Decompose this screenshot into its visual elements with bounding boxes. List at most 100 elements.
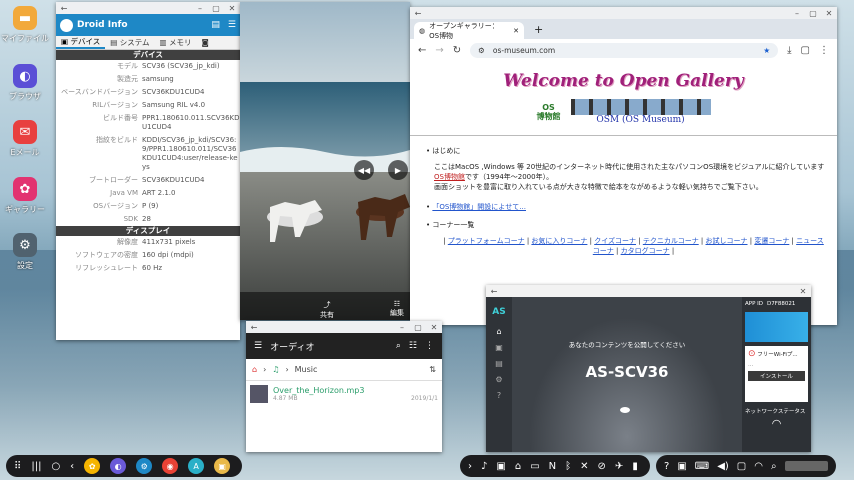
info-row: 解像度 411x731 pixels	[117, 238, 196, 246]
settings-icon[interactable]: ⚙	[486, 375, 512, 384]
desktop-app-icon: ▬	[13, 6, 37, 30]
corner-link[interactable]: クイズコーナ	[594, 237, 636, 245]
bookmark-star-icon[interactable]: ★	[763, 46, 770, 55]
fullscreen-icon[interactable]: ▢	[737, 461, 746, 472]
tab-camera[interactable]: ◙	[197, 38, 214, 47]
device-section-header: デバイス	[56, 50, 240, 60]
as-app-icon[interactable]: A	[188, 458, 205, 474]
cast-icon: ▭	[530, 460, 540, 472]
search-icon[interactable]: ⌕	[396, 341, 401, 351]
address-bar[interactable]: ⚙ os-museum.com ★	[470, 42, 779, 58]
desktop-icon-2[interactable]: ✉ Eメール	[0, 120, 50, 158]
back-icon[interactable]: ←	[246, 323, 262, 332]
tab-close-icon[interactable]: ✕	[513, 27, 519, 35]
corner-link[interactable]: お試しコーナ	[706, 237, 748, 245]
droid-info-app-icon[interactable]: ⚙	[136, 458, 153, 474]
volume-icon[interactable]: ◀)	[717, 461, 729, 472]
corner-link[interactable]: カタログコーナ	[621, 247, 670, 255]
app-title: Droid Info	[77, 20, 128, 30]
rewind-button[interactable]: ◀◀	[354, 160, 374, 180]
desktop-icon-4[interactable]: ⚙ 設定	[0, 233, 50, 271]
home-icon[interactable]: ⌂	[252, 365, 257, 374]
video-frame-horses	[240, 2, 410, 320]
back-icon[interactable]: ←	[486, 287, 502, 296]
back-icon[interactable]: ←	[56, 4, 72, 13]
report-icon[interactable]: ▤	[211, 20, 220, 30]
tab-system[interactable]: ▤ システム	[105, 37, 154, 48]
info-row: Java VM ART 2.1.0	[110, 189, 176, 197]
filter-icon[interactable]: ☷	[409, 341, 417, 351]
breadcrumb-music[interactable]: Music	[295, 365, 318, 374]
back-button[interactable]: ←	[418, 45, 426, 56]
as-logo: AS	[492, 307, 506, 317]
gallery-icon: ▣	[496, 460, 506, 472]
recents-button[interactable]: |||	[31, 461, 41, 472]
app-drawer-icon[interactable]: ⠿	[14, 461, 21, 472]
share-button[interactable]: ⤴ 共有	[320, 300, 334, 320]
menu-icon[interactable]: ☰	[254, 341, 262, 351]
keyboard-icon[interactable]: ⌨	[695, 461, 709, 472]
opening-message-link[interactable]: 「OS博物館」開設によせて...	[432, 203, 526, 211]
corner-link[interactable]: お気に入りコーナ	[531, 237, 587, 245]
chrome-window: ← – ▢ ✕ ◍ オープンギャラリー：OS博物 ✕ + ← → ↻ ⚙ os-museum.co…	[410, 7, 837, 325]
close-icon[interactable]: ✕	[426, 323, 442, 332]
tabs-count-icon[interactable]: ▢	[801, 45, 810, 56]
search-icon[interactable]: ⌕	[771, 461, 777, 472]
maximize-icon[interactable]: ▢	[208, 4, 224, 13]
desktop-icon-0[interactable]: ▬ マイファイル	[0, 6, 50, 44]
wifi-icon[interactable]: ◠	[754, 461, 763, 472]
home-button[interactable]: ○	[51, 461, 60, 472]
back-icon[interactable]: ←	[410, 9, 426, 18]
site-info-icon[interactable]: ⚙	[478, 46, 485, 55]
minimize-icon[interactable]: –	[394, 323, 410, 332]
corner-link[interactable]: プラットフォームコーナ	[448, 237, 525, 245]
photos-app-icon[interactable]: ✿	[84, 458, 101, 474]
more-icon[interactable]: ⋮	[425, 341, 434, 351]
browser-tab[interactable]: ◍ オープンギャラリー：OS博物 ✕	[414, 22, 524, 40]
desktop-icon-1[interactable]: ◐ ブラウザ	[0, 64, 50, 102]
edit-button[interactable]: ☷ 編集	[390, 300, 404, 318]
maximize-icon[interactable]: ▢	[805, 9, 821, 18]
maximize-icon[interactable]: ▢	[410, 323, 426, 332]
help-icon[interactable]: ?	[664, 461, 669, 472]
minimize-icon[interactable]: –	[789, 9, 805, 18]
display-section-header: ディスプレイ	[56, 226, 240, 236]
tab-memory[interactable]: ▥ メモリ	[155, 37, 197, 48]
browser-app-icon[interactable]: ◐	[110, 458, 127, 474]
desktop-icon-3[interactable]: ✿ ギャラリー	[0, 177, 50, 215]
close-icon[interactable]: ✕	[795, 287, 811, 296]
new-tab-button[interactable]: +	[534, 23, 543, 36]
desktop-app-icon: ✉	[13, 120, 37, 144]
wifi-icon: ◠	[771, 417, 782, 430]
home-icon[interactable]: ⌂	[486, 327, 512, 336]
gallery-icon[interactable]: ▣	[486, 343, 512, 352]
gallery-app-icon[interactable]: ▣	[214, 458, 231, 474]
download-icon[interactable]: ⤓	[787, 45, 791, 56]
sort-icon[interactable]: ⇅	[429, 365, 436, 374]
lock-icon[interactable]: ▤	[486, 359, 512, 368]
settings-sliders-icon[interactable]: ☰	[228, 20, 236, 30]
screenshot-icon[interactable]: ▣	[677, 461, 686, 472]
help-icon[interactable]: ?	[486, 391, 512, 400]
back-button[interactable]: ‹	[70, 461, 74, 472]
menu-icon[interactable]: ⋮	[819, 45, 829, 56]
corner-link[interactable]: テクニカルコーナ	[643, 237, 699, 245]
minimize-icon[interactable]: –	[192, 4, 208, 13]
reload-button[interactable]: ↻	[453, 45, 461, 56]
list-item[interactable]: Over_the_Horizon.mp3 4.87 MB 2019/1/1	[246, 381, 442, 407]
device-name: AS-SCV36	[585, 363, 669, 381]
info-row: 指紋をビルド KDDI/SCV36_jp_kdi/SCV36:9/PPR1.180…	[96, 136, 238, 171]
install-button[interactable]: インストール	[748, 371, 805, 381]
promo-card[interactable]	[745, 312, 808, 342]
expand-icon[interactable]: ›	[468, 461, 472, 472]
home-icon: ⌂	[514, 460, 522, 472]
corner-link[interactable]: 変遷コーナ	[754, 237, 789, 245]
close-icon[interactable]: ✕	[821, 9, 837, 18]
tab-device[interactable]: ▣ デバイス	[56, 36, 106, 49]
close-icon[interactable]: ✕	[224, 4, 240, 13]
os-museum-link[interactable]: OS博物館	[434, 173, 465, 181]
free-wifi-card[interactable]: ⊙ フリーWi-Fiプ...... インストール	[745, 346, 808, 402]
forward-button[interactable]: →	[435, 45, 443, 56]
forward-button[interactable]: ▶	[388, 160, 408, 180]
chrome-app-icon[interactable]: ◉	[162, 458, 179, 474]
